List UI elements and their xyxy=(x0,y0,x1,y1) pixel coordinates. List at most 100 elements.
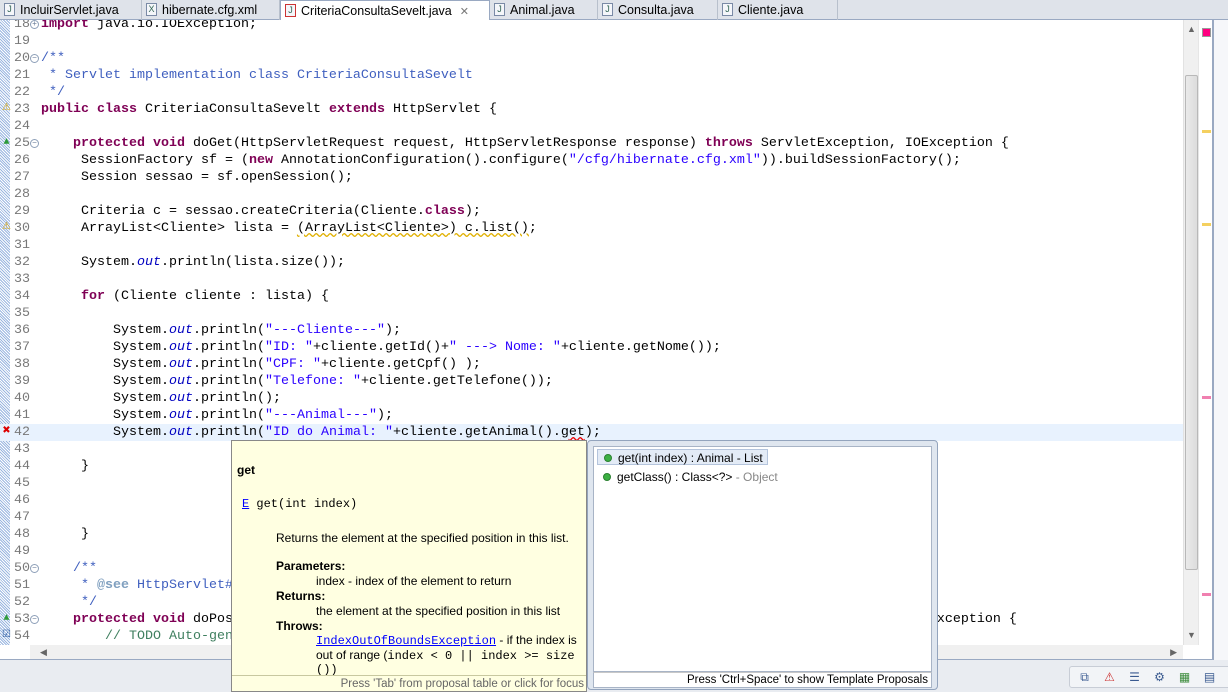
error-marker[interactable] xyxy=(1202,396,1211,399)
code-line[interactable]: 28 xyxy=(0,186,1183,203)
code-line[interactable]: 27 Session sessao = sf.openSession(); xyxy=(0,169,1183,186)
close-tab-icon[interactable]: ✕ xyxy=(460,6,469,18)
code-line[interactable]: 20−/** xyxy=(0,50,1183,67)
warning-marker[interactable] xyxy=(1202,130,1211,133)
code-token: (ArrayList<Cliente>) c.list() xyxy=(296,221,529,236)
line-number: 32 xyxy=(14,255,30,270)
tab-incluirservlet[interactable]: J IncluirServlet.java xyxy=(0,0,142,20)
warning-marker[interactable] xyxy=(1202,223,1211,226)
error-summary-icon[interactable] xyxy=(1202,28,1211,37)
code-line[interactable]: 38 System.out.println("CPF: "+cliente.ge… xyxy=(0,356,1183,373)
code-line[interactable]: 18 + import java.io.IOException; xyxy=(0,20,1183,33)
line-number: 49 xyxy=(14,544,30,559)
code-line[interactable]: 22 */ xyxy=(0,84,1183,101)
proposal-item-getclass[interactable]: getClass() : Class<?> - Object xyxy=(597,469,782,485)
code-token: /** xyxy=(41,51,65,66)
code-token: +cliente.getId()+ xyxy=(312,340,449,355)
code-token: HttpServlet { xyxy=(384,102,497,117)
map-icon[interactable]: ▦ xyxy=(1176,669,1193,686)
debug-icon[interactable]: ⚙ xyxy=(1151,669,1168,686)
code-token: +cliente.getAnimal(). xyxy=(392,425,561,440)
code-token: doGet(HttpServletRequest request, HttpSe… xyxy=(184,136,705,151)
code-line[interactable]: 33 xyxy=(0,271,1183,288)
code-line[interactable]: ✖ 42 System.out.println("ID do Animal: "+… xyxy=(0,424,1183,441)
code-text: /** xyxy=(41,560,97,577)
table-icon[interactable]: ☰ xyxy=(1126,669,1143,686)
proposal-list[interactable]: get(int index) : Animal - List getClass(… xyxy=(593,446,932,672)
tab-cliente[interactable]: J Cliente.java xyxy=(718,0,838,20)
code-line[interactable]: 37 System.out.println("ID: "+cliente.get… xyxy=(0,339,1183,356)
code-token: out xyxy=(168,408,193,423)
tab-criteriaconsultasevelt[interactable]: J CriteriaConsultaSevelt.java ✕ xyxy=(280,0,490,21)
tab-consulta[interactable]: J Consulta.java xyxy=(598,0,718,20)
scroll-right-icon[interactable]: ▶ xyxy=(1170,647,1177,658)
code-line[interactable]: 19 xyxy=(0,33,1183,50)
code-line[interactable]: 21 * Servlet implementation class Criter… xyxy=(0,67,1183,84)
code-token: out xyxy=(168,425,193,440)
scroll-down-icon[interactable]: ▼ xyxy=(1187,630,1196,640)
tab-label: hibernate.cfg.xml xyxy=(162,3,258,17)
code-token: System. xyxy=(41,340,169,355)
fold-collapse-icon[interactable]: − xyxy=(30,564,39,573)
code-line[interactable]: 31 xyxy=(0,237,1183,254)
javadoc-hover-popup[interactable]: get E get(int index) Returns the element… xyxy=(231,440,587,692)
line-number: 53 xyxy=(14,612,30,627)
editor-tab-bar: J IncluirServlet.java Xhibernate.cfg.xml … xyxy=(0,0,1228,21)
scroll-up-icon[interactable]: ▲ xyxy=(1187,24,1196,34)
code-token: for xyxy=(81,289,105,304)
fold-expand-icon[interactable]: + xyxy=(30,20,39,29)
tab-label: Cliente.java xyxy=(738,3,804,17)
code-line[interactable]: ⚠ 30 ArrayList<Cliente> lista = (ArrayLis… xyxy=(0,220,1183,237)
proposal-item-get[interactable]: get(int index) : Animal - List xyxy=(597,449,768,465)
code-line[interactable]: 32 System.out.println(lista.size()); xyxy=(0,254,1183,271)
problems-icon[interactable]: ⚠ xyxy=(1101,669,1118,686)
scrollbar-thumb[interactable] xyxy=(1185,75,1198,570)
outline-icon[interactable]: ▤ xyxy=(1201,669,1218,686)
code-line[interactable]: 24 xyxy=(0,118,1183,135)
code-text: */ xyxy=(41,84,65,101)
restore-icon[interactable]: ⧉ xyxy=(1076,669,1093,686)
proposal-label: get(int index) : Animal - List xyxy=(618,451,763,465)
code-token: .println( xyxy=(192,425,265,440)
proposal-footer-hint: Press 'Ctrl+Space' to show Template Prop… xyxy=(593,672,932,688)
line-number: 50 xyxy=(14,561,30,576)
code-line[interactable]: 26 SessionFactory sf = (new AnnotationCo… xyxy=(0,152,1183,169)
fold-collapse-icon[interactable]: − xyxy=(30,54,39,63)
exception-link[interactable]: IndexOutOfBoundsException xyxy=(316,634,496,648)
code-line[interactable]: 41 System.out.println("---Animal---"); xyxy=(0,407,1183,424)
code-line[interactable]: 40 System.out.println(); xyxy=(0,390,1183,407)
overview-ruler[interactable] xyxy=(1198,20,1212,645)
fold-collapse-icon[interactable]: − xyxy=(30,139,39,148)
signature-text: get(int index) xyxy=(249,497,358,511)
content-assist-popup[interactable]: get(int index) : Animal - List getClass(… xyxy=(587,440,938,690)
code-text: System.out.println("ID: "+cliente.getId(… xyxy=(41,339,721,356)
code-line[interactable]: 29 Criteria c = sessao.createCriteria(Cl… xyxy=(0,203,1183,220)
code-token: class xyxy=(424,204,465,219)
code-line[interactable]: ▲ 25− protected void doGet(HttpServletReq… xyxy=(0,135,1183,152)
code-line[interactable]: ⚠ 23 public class CriteriaConsultaSevelt e… xyxy=(0,101,1183,118)
throws-text: out of range ( xyxy=(316,648,388,662)
code-token: System. xyxy=(41,408,169,423)
tab-hibernate-cfg[interactable]: Xhibernate.cfg.xml xyxy=(142,0,280,20)
code-token: ServletException, IOException { xyxy=(752,136,1009,151)
code-line[interactable]: 36 System.out.println("---Cliente---"); xyxy=(0,322,1183,339)
doc-throws-line: out of range (index < 0 || index >= size xyxy=(316,648,575,663)
doc-description: Returns the element at the specified pos… xyxy=(276,531,569,545)
line-number: 46 xyxy=(14,493,30,508)
code-token: * xyxy=(41,578,97,593)
code-token: throws xyxy=(704,136,753,151)
code-line[interactable]: 34 for (Cliente cliente : lista) { xyxy=(0,288,1183,305)
code-line[interactable]: 35 xyxy=(0,305,1183,322)
line-number: 29 xyxy=(14,204,30,219)
code-text: Session sessao = sf.openSession(); xyxy=(41,169,353,186)
line-number: 34 xyxy=(14,289,30,304)
code-token: */ xyxy=(41,595,97,610)
tab-animal[interactable]: J Animal.java xyxy=(490,0,598,20)
scroll-left-icon[interactable]: ◀ xyxy=(40,647,47,658)
fold-collapse-icon[interactable]: − xyxy=(30,615,39,624)
code-text: // TODO Auto-gen xyxy=(41,628,233,645)
vertical-scrollbar[interactable]: ▲ ▼ xyxy=(1183,20,1198,645)
code-line[interactable]: 39 System.out.println("Telefone: "+clien… xyxy=(0,373,1183,390)
error-marker[interactable] xyxy=(1202,593,1211,596)
